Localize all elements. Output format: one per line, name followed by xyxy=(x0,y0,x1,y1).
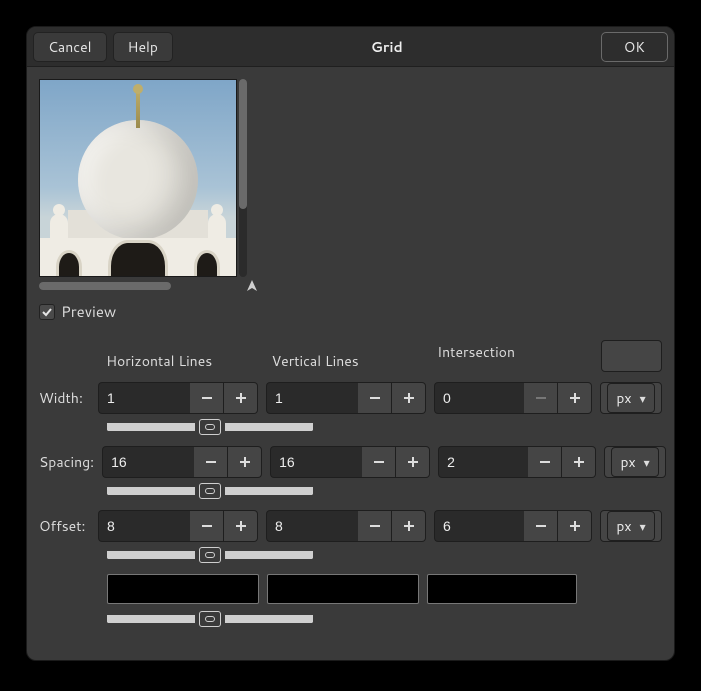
offset-vertical-spinner[interactable] xyxy=(266,510,426,542)
width-intersection-input[interactable] xyxy=(434,382,524,414)
width-unit-select[interactable]: px ▾ xyxy=(607,383,654,413)
spacing-horizontal-spinner[interactable] xyxy=(102,446,262,478)
minus-icon[interactable] xyxy=(358,382,392,414)
width-label: Width: xyxy=(39,388,90,408)
offset-label: Offset: xyxy=(39,516,90,536)
offset-horizontal-input[interactable] xyxy=(98,510,190,542)
dialog-title: Grid xyxy=(179,37,595,57)
width-link-row xyxy=(107,418,662,436)
preview-checkbox[interactable] xyxy=(39,304,55,320)
chevron-down-icon: ▾ xyxy=(644,454,650,471)
scrollbar-thumb[interactable] xyxy=(239,79,247,209)
cancel-button[interactable]: Cancel xyxy=(33,32,107,62)
offset-horizontal-spinner[interactable] xyxy=(98,510,258,542)
ok-button[interactable]: OK xyxy=(601,32,668,62)
offset-vertical-input[interactable] xyxy=(266,510,358,542)
minus-icon[interactable] xyxy=(524,510,558,542)
navigate-icon[interactable] xyxy=(177,279,259,293)
spacing-horizontal-input[interactable] xyxy=(102,446,194,478)
column-header-vertical: Vertical Lines xyxy=(272,336,430,376)
spacing-intersection-input[interactable] xyxy=(438,446,528,478)
color-link-button[interactable] xyxy=(199,611,221,627)
column-header-intersection: Intersection xyxy=(437,336,593,376)
help-button[interactable]: Help xyxy=(113,32,173,62)
spacing-unit-select[interactable]: px ▾ xyxy=(611,447,658,477)
color-vertical-swatch[interactable] xyxy=(267,574,419,604)
preview-horizontal-scrollbar[interactable] xyxy=(39,282,171,290)
plus-icon[interactable] xyxy=(228,446,262,478)
plus-icon[interactable] xyxy=(224,510,258,542)
offset-link-button[interactable] xyxy=(199,547,221,563)
offset-link-row xyxy=(107,546,662,564)
spacing-vertical-input[interactable] xyxy=(270,446,362,478)
chain-icon xyxy=(205,424,215,430)
minus-icon[interactable] xyxy=(528,446,562,478)
scrollbar-thumb[interactable] xyxy=(39,282,171,290)
width-horizontal-input[interactable] xyxy=(98,382,190,414)
chevron-down-icon: ▾ xyxy=(640,390,646,407)
unit-value: px xyxy=(616,388,631,408)
spacing-link-button[interactable] xyxy=(199,483,221,499)
offset-intersection-input[interactable] xyxy=(434,510,524,542)
width-horizontal-spinner[interactable] xyxy=(98,382,258,414)
titlebar: Cancel Help Grid OK xyxy=(27,27,674,67)
plus-icon[interactable] xyxy=(558,510,592,542)
chain-icon xyxy=(205,488,215,494)
column-header-horizontal: Horizontal Lines xyxy=(106,336,264,376)
chevron-down-icon: ▾ xyxy=(640,518,646,535)
minus-icon[interactable] xyxy=(194,446,228,478)
plus-icon[interactable] xyxy=(392,382,426,414)
offset-unit-select[interactable]: px ▾ xyxy=(607,511,654,541)
grid-form: Horizontal Lines Vertical Lines Intersec… xyxy=(39,336,662,628)
color-link-row xyxy=(107,610,662,628)
minus-icon xyxy=(524,382,558,414)
offset-intersection-spinner[interactable] xyxy=(434,510,592,542)
plus-icon[interactable] xyxy=(224,382,258,414)
dialog-body: Preview Horizontal Lines Vertical Lines … xyxy=(27,67,674,660)
plus-icon[interactable] xyxy=(558,382,592,414)
plus-icon[interactable] xyxy=(392,510,426,542)
minus-icon[interactable] xyxy=(362,446,396,478)
spacing-vertical-spinner[interactable] xyxy=(270,446,430,478)
plus-icon[interactable] xyxy=(562,446,596,478)
width-link-button[interactable] xyxy=(199,419,221,435)
spacing-intersection-spinner[interactable] xyxy=(438,446,596,478)
width-intersection-spinner[interactable] xyxy=(434,382,592,414)
width-vertical-input[interactable] xyxy=(266,382,358,414)
grid-dialog: Cancel Help Grid OK xyxy=(26,26,675,661)
minus-icon[interactable] xyxy=(190,382,224,414)
preview-canvas[interactable] xyxy=(39,79,237,277)
unit-value: px xyxy=(620,452,635,472)
preview-vertical-scrollbar[interactable] xyxy=(239,79,247,277)
chain-icon xyxy=(205,552,215,558)
color-horizontal-swatch[interactable] xyxy=(107,574,259,604)
minus-icon[interactable] xyxy=(190,510,224,542)
spacing-label: Spacing: xyxy=(39,452,94,472)
unit-value: px xyxy=(616,516,631,536)
plus-icon[interactable] xyxy=(396,446,430,478)
minus-icon[interactable] xyxy=(358,510,392,542)
color-intersection-swatch[interactable] xyxy=(427,574,577,604)
spacing-link-row xyxy=(107,482,662,500)
preview-area xyxy=(39,79,662,277)
chain-icon xyxy=(205,616,215,622)
preview-label: Preview xyxy=(61,301,116,322)
width-vertical-spinner[interactable] xyxy=(266,382,426,414)
